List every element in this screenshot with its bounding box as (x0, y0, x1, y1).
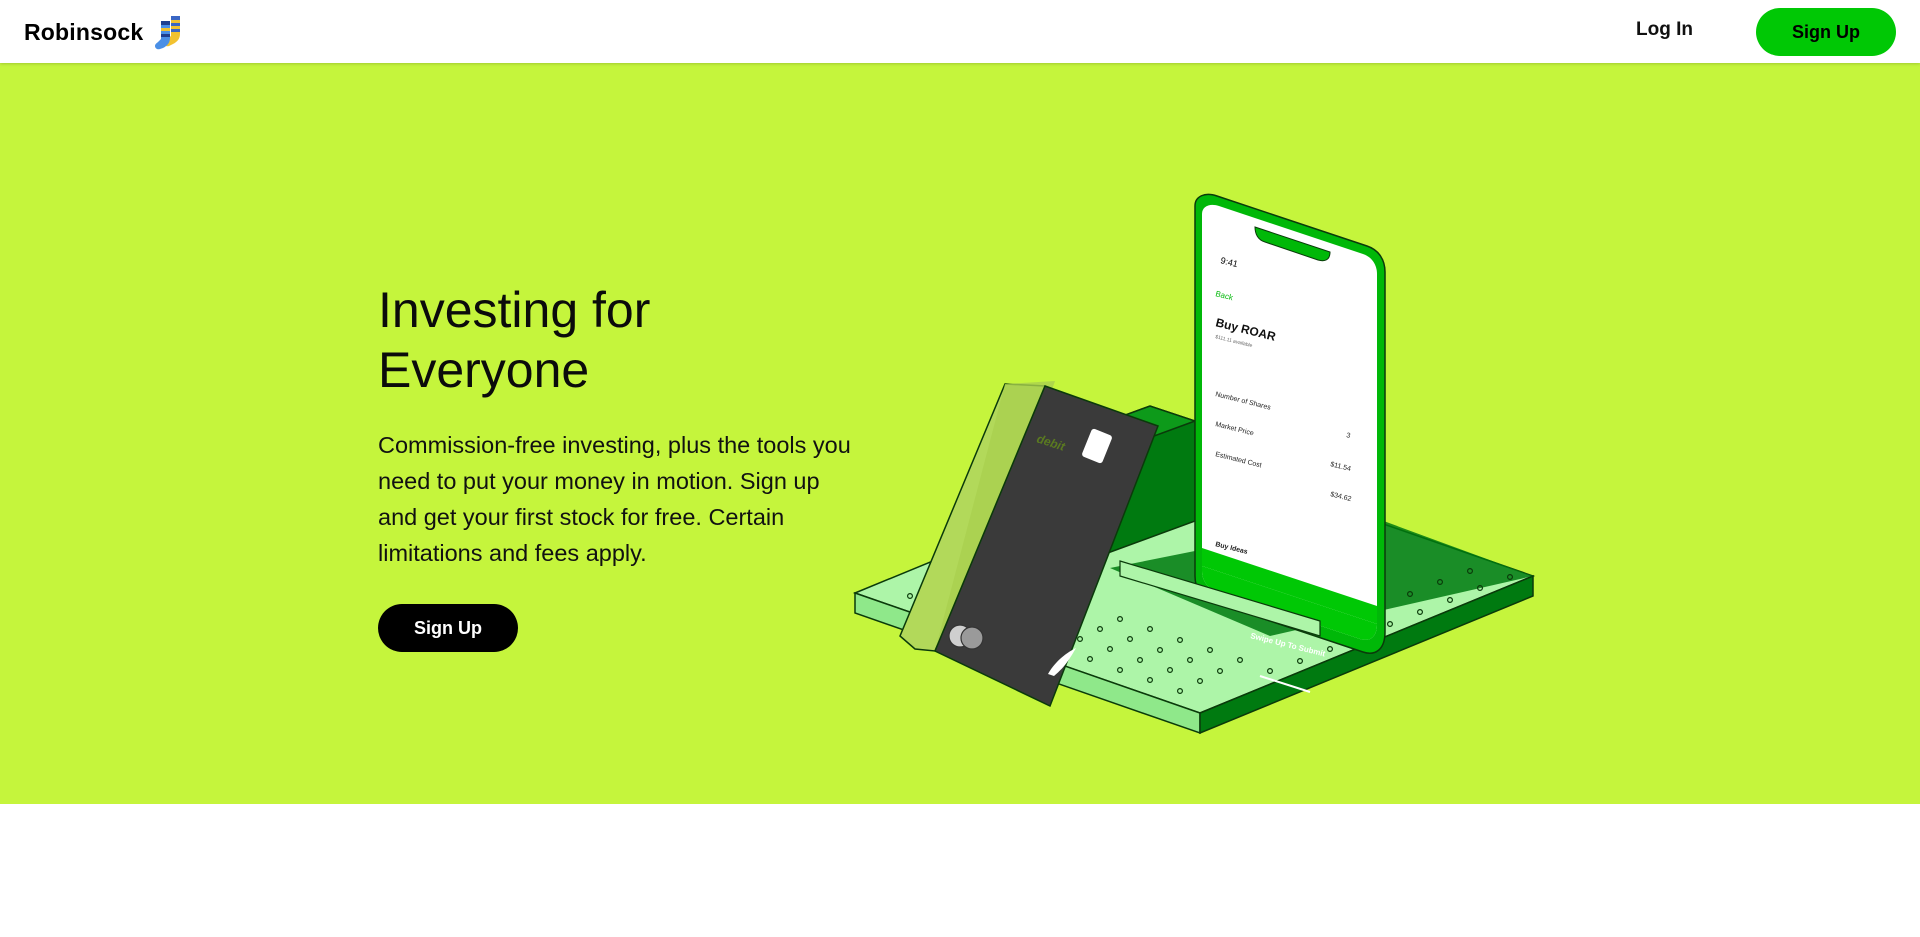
hero-illustration: debit 9:41 Back Buy ROAR $111.11 availab… (852, 193, 1536, 735)
socks-logo-icon (155, 16, 181, 50)
hero-title: Investing for Everyone (378, 282, 651, 398)
hero-description: Commission-free investing, plus the tool… (378, 432, 851, 566)
brand[interactable]: Robinsock (24, 14, 187, 50)
top-navbar: Robinsock Log In Sign Up (0, 0, 1920, 63)
login-link[interactable]: Log In (1636, 19, 1693, 41)
nav-signup-button[interactable]: Sign Up (1756, 8, 1896, 56)
brand-name: Robinsock (24, 18, 144, 45)
hero-section: Investing for Everyone Commission-free i… (0, 63, 1920, 804)
hero-signup-button[interactable]: Sign Up (378, 604, 518, 652)
